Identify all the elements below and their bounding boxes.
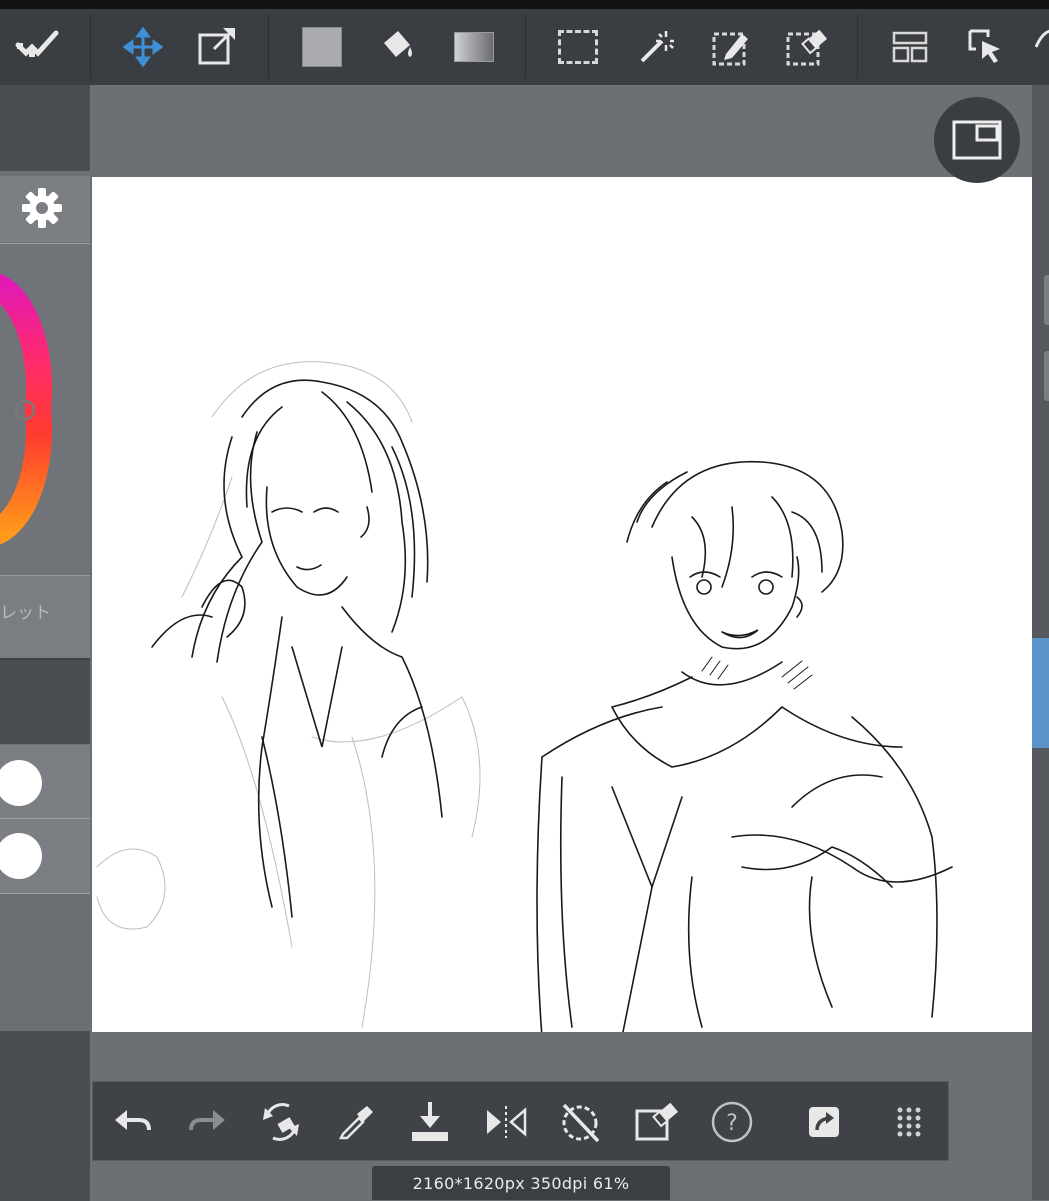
artboard[interactable] [92, 177, 1032, 1032]
bucket-icon[interactable] [370, 19, 426, 75]
select-cursor-icon[interactable] [958, 19, 1014, 75]
layer-visibility-dot[interactable] [0, 833, 42, 879]
gear-icon[interactable] [20, 186, 64, 230]
sketch-illustration [96, 361, 953, 1032]
svg-text:?: ? [726, 1111, 738, 1136]
select-pen-icon[interactable] [703, 19, 759, 75]
flip-horizontal-icon[interactable] [478, 1094, 534, 1150]
layer-selected[interactable] [1032, 638, 1049, 748]
move-icon[interactable] [115, 19, 171, 75]
palette-label: レット [0, 603, 51, 623]
left-panel: レット [0, 85, 90, 1201]
more-tools-icon[interactable] [1030, 19, 1049, 75]
share-icon[interactable] [796, 1094, 852, 1150]
select-eraser-icon[interactable] [778, 19, 834, 75]
edit-selection-icon[interactable] [628, 1094, 684, 1150]
redo-icon[interactable] [179, 1094, 235, 1150]
magic-wand-icon[interactable] [628, 19, 684, 75]
top-toolbar [0, 9, 1049, 86]
save-download-icon[interactable] [402, 1094, 458, 1150]
canvas-info-status: 2160*1620px 350dpi 61% [372, 1166, 670, 1200]
layer-row[interactable] [0, 819, 90, 893]
select-rect-icon[interactable] [550, 19, 606, 75]
transform-icon[interactable] [189, 19, 245, 75]
grid-menu-icon[interactable] [881, 1094, 937, 1150]
undo-icon[interactable] [105, 1094, 161, 1150]
snap-icon[interactable] [10, 19, 66, 75]
layer-panel-header [0, 660, 90, 744]
layer-thumb[interactable] [1044, 275, 1049, 325]
rotate-canvas-icon[interactable] [253, 1094, 309, 1150]
palette-panel: レット [0, 576, 90, 658]
color-panel-header [0, 176, 90, 242]
layer-thumb[interactable] [1044, 351, 1049, 401]
layer-row[interactable] [0, 745, 90, 818]
color-wheel[interactable] [0, 244, 90, 574]
brush-panel-header [0, 85, 90, 171]
eyedropper-icon[interactable] [327, 1094, 383, 1150]
fill-color-icon[interactable] [294, 19, 350, 75]
help-icon[interactable]: ? [704, 1094, 760, 1150]
right-panel [1032, 85, 1049, 1200]
layout-icon[interactable] [882, 19, 938, 75]
status-strip [0, 0, 1049, 9]
gradient-icon[interactable] [446, 19, 502, 75]
layer-visibility-dot[interactable] [0, 760, 42, 806]
bottom-toolbar: ? [92, 1081, 949, 1161]
layer-list-empty [0, 894, 90, 1030]
color-wheel-area [0, 244, 90, 574]
canvas-view-button[interactable] [934, 97, 1020, 183]
reset-rotation-icon[interactable] [553, 1094, 609, 1150]
left-panel-footer [0, 1031, 90, 1201]
